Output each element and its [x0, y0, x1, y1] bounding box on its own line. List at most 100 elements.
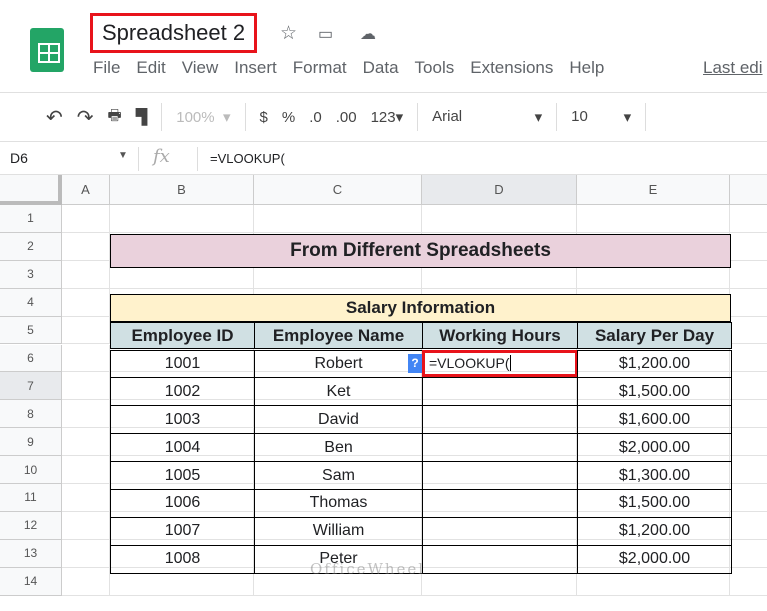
increase-decimal-button[interactable]: .00 [336, 109, 357, 126]
column-header[interactable]: D [422, 175, 577, 205]
grid-cell[interactable] [730, 205, 767, 233]
row-header[interactable]: 3 [0, 260, 62, 289]
row-header[interactable]: 6 [0, 344, 62, 373]
row-header[interactable]: 11 [0, 484, 62, 512]
sheet-title[interactable]: From Different Spreadsheets [110, 233, 731, 268]
grid-cell[interactable] [730, 484, 767, 512]
row-header[interactable]: 13 [0, 539, 62, 568]
star-icon[interactable]: ☆ [280, 22, 297, 45]
table-cell[interactable]: 1008 [110, 544, 255, 574]
grid-cell[interactable] [62, 567, 110, 596]
grid-cell[interactable] [730, 317, 767, 345]
menu-extensions[interactable]: Extensions [470, 58, 553, 78]
table-cell[interactable]: Thomas [254, 489, 423, 518]
table-cell[interactable]: $1,600.00 [577, 405, 732, 435]
last-edit-link[interactable]: Last edi [703, 58, 763, 78]
table-cell[interactable]: 1006 [110, 489, 255, 518]
column-header-cell[interactable]: Working Hours [422, 321, 578, 350]
table-cell[interactable]: $1,500.00 [577, 489, 732, 518]
table-cell[interactable] [422, 544, 578, 574]
menu-edit[interactable]: Edit [136, 58, 165, 78]
menu-help[interactable]: Help [569, 58, 604, 78]
table-cell[interactable] [422, 489, 578, 518]
table-cell[interactable] [422, 461, 578, 490]
undo-icon[interactable]: ↶ [46, 105, 63, 130]
table-cell[interactable] [422, 405, 578, 435]
row-header[interactable]: 2 [0, 232, 62, 261]
grid-cell[interactable] [62, 232, 110, 261]
row-header[interactable]: 14 [0, 567, 62, 596]
table-cell[interactable]: $1,200.00 [577, 349, 732, 379]
grid-cell[interactable] [730, 540, 767, 568]
grid-cell[interactable] [62, 372, 110, 401]
table-cell[interactable]: William [254, 516, 423, 546]
font-size-select[interactable]: 10 ▾ [571, 108, 631, 126]
grid-cell[interactable] [730, 261, 767, 289]
table-cell[interactable] [422, 433, 578, 463]
grid-cell[interactable] [730, 456, 767, 484]
cloud-status-icon[interactable]: ☁ [360, 24, 376, 44]
row-header[interactable]: 12 [0, 511, 62, 540]
formula-help-icon[interactable]: ? [408, 353, 422, 373]
sheets-logo[interactable] [30, 28, 64, 72]
table-cell[interactable]: $1,500.00 [577, 377, 732, 407]
table-cell[interactable]: David [254, 405, 423, 435]
paint-format-icon[interactable]: ▜ [136, 108, 148, 126]
table-cell[interactable]: 1001 [110, 349, 255, 379]
font-select[interactable]: Arial ▾ [432, 108, 542, 126]
document-title[interactable]: Spreadsheet 2 [90, 13, 258, 53]
row-header[interactable]: 7 [0, 372, 62, 401]
table-cell[interactable]: $2,000.00 [577, 544, 732, 574]
table-cell[interactable]: 1002 [110, 377, 255, 407]
grid-cell[interactable] [62, 260, 110, 289]
column-header-cell[interactable]: Employee Name [254, 321, 423, 350]
table-title[interactable]: Salary Information [110, 293, 731, 322]
move-folder-icon[interactable]: ▭ [318, 24, 333, 44]
grid-cell[interactable] [730, 512, 767, 540]
column-header[interactable]: E [577, 175, 730, 205]
row-header[interactable]: 9 [0, 428, 62, 457]
table-cell[interactable]: 1003 [110, 405, 255, 435]
active-cell-editor[interactable]: =VLOOKUP( [422, 349, 578, 378]
row-header[interactable]: 8 [0, 400, 62, 429]
row-header[interactable]: 5 [0, 316, 62, 345]
grid-cell[interactable] [62, 344, 110, 373]
grid-cell[interactable] [62, 205, 110, 233]
column-header[interactable] [730, 175, 767, 205]
chevron-down-icon[interactable]: ▼ [118, 150, 128, 161]
zoom-select[interactable]: 100% ▾ [176, 108, 230, 126]
redo-icon[interactable]: ↷ [77, 105, 94, 130]
row-header[interactable]: 1 [0, 205, 62, 233]
grid-cell[interactable] [62, 456, 110, 484]
menu-view[interactable]: View [182, 58, 219, 78]
formula-input[interactable]: =VLOOKUP( [210, 151, 285, 166]
grid-cell[interactable] [730, 345, 767, 373]
table-cell[interactable]: 1005 [110, 461, 255, 490]
column-header[interactable]: B [110, 175, 254, 205]
table-cell[interactable]: Ben [254, 433, 423, 463]
grid-cell[interactable] [422, 205, 577, 233]
column-header-cell[interactable]: Employee ID [110, 321, 255, 350]
grid-cell[interactable] [730, 233, 767, 261]
name-box[interactable]: D6 [10, 150, 28, 166]
print-icon[interactable]: 🖶 [108, 105, 122, 130]
column-header[interactable]: C [254, 175, 422, 205]
table-cell[interactable]: Ket [254, 377, 423, 407]
table-cell[interactable]: $2,000.00 [577, 433, 732, 463]
table-cell[interactable] [422, 516, 578, 546]
table-cell[interactable]: 1004 [110, 433, 255, 463]
grid-cell[interactable] [730, 568, 767, 596]
table-cell[interactable]: $1,200.00 [577, 516, 732, 546]
grid-cell[interactable] [730, 372, 767, 401]
grid-cell[interactable] [730, 428, 767, 457]
row-header[interactable]: 10 [0, 456, 62, 484]
menu-data[interactable]: Data [363, 58, 399, 78]
grid-cell[interactable] [62, 511, 110, 540]
menu-insert[interactable]: Insert [234, 58, 277, 78]
grid-cell[interactable] [254, 205, 422, 233]
grid-cell[interactable] [110, 205, 254, 233]
grid-cell[interactable] [62, 288, 110, 317]
table-cell[interactable]: Robert [254, 349, 423, 379]
menu-format[interactable]: Format [293, 58, 347, 78]
select-all-corner[interactable] [0, 175, 62, 205]
